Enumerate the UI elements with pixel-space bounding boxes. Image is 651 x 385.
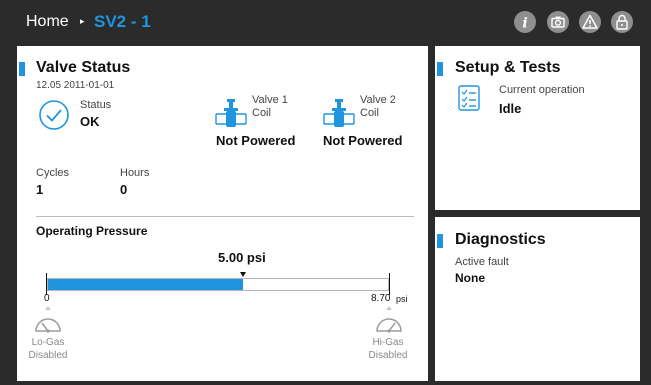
pressure-bar [47, 278, 389, 291]
current-operation-label: Current operation [499, 84, 585, 96]
valve-2-value: Not Powered [323, 133, 403, 148]
valve-status-date: 12.05 2011-01-01 [36, 80, 115, 91]
breadcrumb-current: SV2 - 1 [94, 12, 151, 31]
camera-icon[interactable] [547, 11, 569, 33]
valve-1-coil-icon [215, 99, 247, 127]
hi-gas-label: Hi-Gas [372, 337, 404, 348]
valve-2-label: Valve 2 [360, 94, 396, 106]
lo-gas-gauge-icon [35, 318, 61, 333]
pressure-max-label: 8.70 [371, 293, 391, 304]
hi-gas-gauge-icon [376, 318, 402, 333]
pressure-current-label: 5.00 psi [218, 250, 266, 265]
cycles-value: 1 [36, 182, 44, 197]
lock-icon[interactable] [611, 11, 633, 33]
warning-icon[interactable] [579, 11, 601, 33]
current-operation-value: Idle [499, 101, 522, 116]
lo-gas-status: Disabled [28, 350, 68, 361]
setup-tests-accent [437, 62, 443, 76]
valve-status-accent [19, 62, 25, 76]
breadcrumb-home[interactable]: Home [26, 13, 69, 31]
pressure-min-tick [46, 273, 47, 295]
status-label: Status [80, 99, 112, 111]
hi-gas-status: Disabled [368, 350, 408, 361]
pressure-bar-fill [48, 279, 244, 290]
cycles-label: Cycles [36, 167, 70, 179]
valve-1-value: Not Powered [216, 133, 296, 148]
operating-pressure-title: Operating Pressure [36, 224, 148, 238]
info-icon[interactable]: i [514, 11, 536, 33]
status-value: OK [80, 114, 100, 129]
active-fault-value: None [455, 271, 485, 285]
pressure-min-label: 0 [44, 293, 50, 304]
lo-gas-pointer-icon [45, 306, 51, 310]
divider [36, 216, 414, 217]
diagnostics-title: Diagnostics [455, 231, 546, 248]
check-circle-icon [39, 100, 69, 130]
svg-text:i: i [522, 16, 527, 32]
active-fault-label: Active fault [455, 256, 509, 268]
valve-status-title: Valve Status [36, 59, 131, 76]
valve-2-coil-icon [323, 99, 355, 127]
hours-value: 0 [120, 182, 128, 197]
pressure-max-tick [389, 273, 390, 295]
top-bar: Home ▸ SV2 - 1 i [0, 0, 651, 44]
lo-gas-label: Lo-Gas [31, 337, 65, 348]
pressure-current-marker [240, 272, 247, 277]
hours-label: Hours [120, 167, 150, 179]
setup-tests-title: Setup & Tests [455, 59, 561, 76]
hi-gas-pointer-icon [386, 306, 392, 310]
breadcrumb-separator-icon: ▸ [80, 16, 85, 26]
diagnostics-accent [437, 234, 443, 248]
valve-2-coil-label: Coil [360, 107, 379, 119]
valve-1-label: Valve 1 [252, 94, 288, 106]
pressure-max-unit: psi [396, 294, 408, 304]
valve-1-coil-label: Coil [252, 107, 271, 119]
checklist-icon [458, 85, 480, 111]
